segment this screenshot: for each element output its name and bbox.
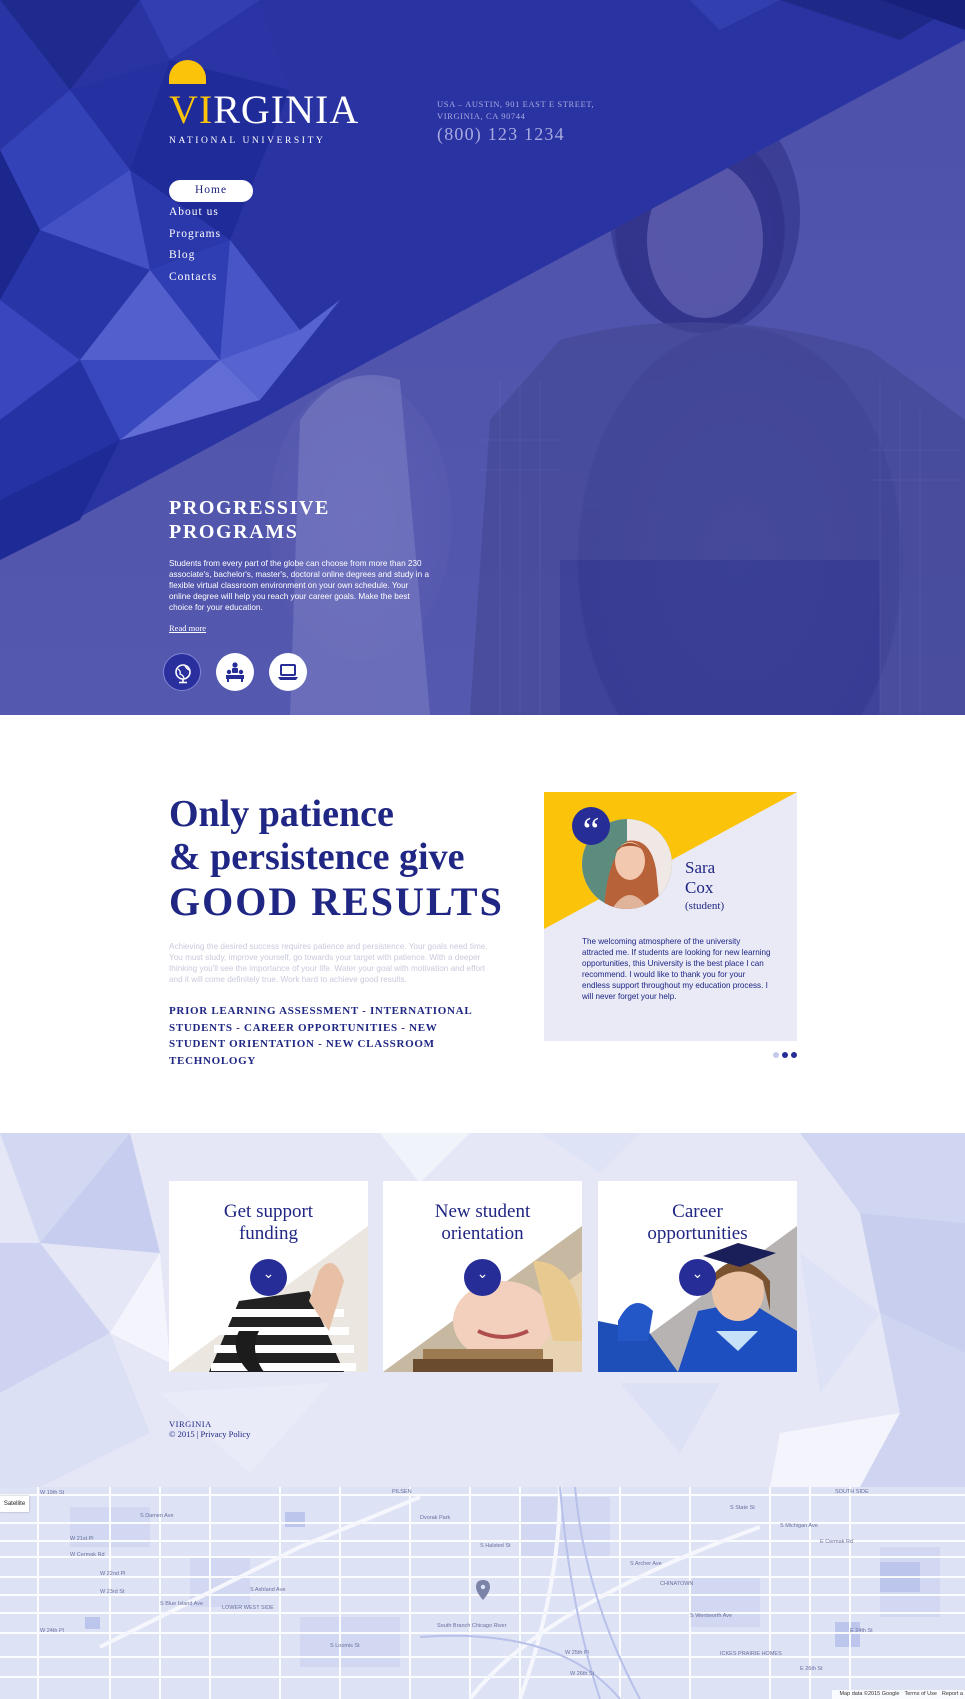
pager-dot-3[interactable] [791, 1052, 797, 1058]
testimonial-text: The welcoming atmosphere of the universi… [582, 937, 771, 1001]
service-card-title: Career opportunities [647, 1201, 748, 1244]
hero-section: VIRGINIA NATIONAL UNIVERSITY USA – AUSTI… [0, 0, 965, 715]
expand-chevron-icon[interactable]: ⌄ [679, 1259, 716, 1296]
map-label: S Wentworth Ave [690, 1613, 732, 1619]
laptop-icon [278, 664, 298, 680]
nav-item-contacts[interactable]: Contacts [169, 267, 253, 289]
globe-button[interactable] [163, 653, 201, 691]
map-label: W 22nd Pl [100, 1571, 125, 1577]
map-label: S State St [730, 1505, 755, 1511]
nav-item-blog[interactable]: Blog [169, 245, 253, 267]
map-label: CHINATOWN [660, 1581, 693, 1587]
map-attribution: Map data ©2015 Google Terms of Use Report … [832, 1690, 965, 1699]
expand-chevron-icon[interactable]: ⌄ [464, 1259, 501, 1296]
map-data-credit: Map data ©2015 Google [839, 1691, 900, 1697]
logo-subtitle: NATIONAL UNIVERSITY [169, 136, 326, 146]
map-label: W 21st Pl [70, 1536, 94, 1542]
map-label: W 23rd St [100, 1589, 125, 1595]
globe-icon [175, 664, 191, 684]
about-section: Only patience & persistence give GOOD RE… [0, 715, 965, 1133]
pager-dot-2[interactable] [782, 1052, 788, 1058]
map-terms-link[interactable]: Terms of Use [904, 1691, 936, 1697]
map-label: Dvorak Park [420, 1515, 451, 1521]
map-label: W 26th St [570, 1671, 595, 1677]
footer-copyright[interactable]: © 2015 | Privacy Policy [169, 1429, 250, 1439]
pager-dot-1[interactable] [773, 1052, 779, 1058]
map-canvas[interactable]: W 19th St W 21st Pl W Cermak Rd W 22nd P… [0, 1487, 965, 1699]
map-label: W 25th Pl [565, 1650, 589, 1656]
testimonial-role: (student) [685, 900, 725, 912]
service-card-career[interactable]: Career opportunities ⌄ [598, 1181, 797, 1372]
testimonial-last-name: Cox [685, 878, 714, 897]
map-label: W 19th St [40, 1490, 65, 1496]
map-label: W Cermak Rd [70, 1552, 105, 1558]
service-card-title: Get support funding [223, 1201, 314, 1244]
map-label: S Michigan Ave [780, 1523, 818, 1529]
map-label: South Branch Chicago River [437, 1623, 507, 1629]
header-phone[interactable]: (800) 123 1234 [437, 124, 565, 145]
map-label: PILSEN [392, 1489, 412, 1495]
logo[interactable]: VIRGINIA NATIONAL UNIVERSITY [169, 60, 379, 150]
map-label: S Loomis St [330, 1643, 360, 1649]
about-text: Achieving the desired success requires p… [169, 942, 488, 984]
map-label: S Damen Ave [140, 1513, 174, 1519]
footer-brand: VIRGINIA [169, 1419, 212, 1429]
map-label: SOUTH SIDE [835, 1489, 869, 1495]
about-heading: Only patience & persistence give GOOD RE… [169, 793, 504, 924]
nav-item-about-us[interactable]: About us [169, 202, 253, 224]
service-card-funding[interactable]: Get support funding ⌄ [169, 1181, 368, 1372]
expand-chevron-icon[interactable]: ⌄ [250, 1259, 287, 1296]
map-section[interactable]: W 19th St W 21st Pl W Cermak Rd W 22nd P… [0, 1487, 965, 1699]
map-label: S Ashland Ave [250, 1587, 285, 1593]
about-topics: PRIOR LEARNING ASSESSMENT - INTERNATIONA… [169, 1005, 472, 1067]
main-nav: Home About us Programs Blog Contacts [169, 180, 253, 288]
map-report-link[interactable]: Report a [942, 1691, 963, 1697]
hero-title: PROGRESSIVE PROGRAMS [169, 497, 330, 543]
map-label: S Blue Island Ave [160, 1601, 203, 1607]
map-label: S Halsted St [480, 1543, 511, 1549]
map-label: LOWER WEST SIDE [222, 1605, 274, 1611]
map-label: S Archer Ave [630, 1561, 662, 1567]
nav-item-home[interactable]: Home [169, 180, 253, 202]
map-label: W 24th Pl [40, 1628, 64, 1634]
classroom-button[interactable] [216, 653, 254, 691]
nav-item-programs[interactable]: Programs [169, 224, 253, 246]
service-card-orientation[interactable]: New student orientation ⌄ [383, 1181, 582, 1372]
logo-wordmark: VIRGINIA [169, 87, 360, 132]
services-section: Get support funding ⌄ New student orientat… [0, 1133, 965, 1487]
testimonial-card: “ Sara Cox (student) The welcoming atmos… [544, 792, 797, 1041]
map-satellite-toggle[interactable]: Satellite [0, 1496, 29, 1512]
map-label: E 26th St [800, 1666, 823, 1672]
hero-text: Students from every part of the globe ca… [169, 559, 430, 612]
logo-sun-icon [169, 60, 206, 84]
map-label: E Cermak Rd [820, 1539, 853, 1545]
header-address: USA – AUSTIN, 901 EAST E STREET, VIRGINI… [437, 99, 595, 121]
map-label: E 24th St [850, 1628, 873, 1634]
testimonial-first-name: Sara [685, 858, 716, 877]
map-label: ICKES PRAIRIE HOMES [720, 1651, 782, 1657]
service-card-title: New student orientation [434, 1201, 531, 1244]
read-more-link[interactable]: Read more [169, 623, 206, 633]
laptop-button[interactable] [269, 653, 307, 691]
classroom-icon [226, 662, 244, 682]
quote-icon: “ [572, 807, 610, 852]
